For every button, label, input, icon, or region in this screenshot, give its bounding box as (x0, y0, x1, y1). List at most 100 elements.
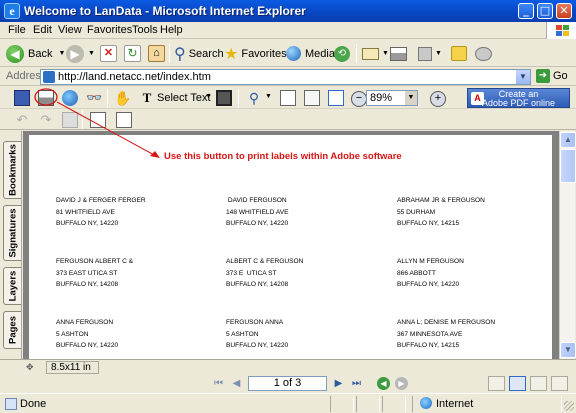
search-button[interactable]: ⚲ Search (174, 43, 224, 64)
forward-arrow-icon: ▶ (66, 44, 84, 63)
label-city: BUFFALO NY, 14220 (226, 220, 289, 227)
vertical-scrollbar[interactable]: ▲ ▼ (559, 131, 576, 359)
scroll-thumb[interactable] (560, 149, 576, 183)
rotate-view-icon[interactable] (90, 112, 106, 128)
close-button[interactable]: ✕ (556, 3, 572, 19)
home-icon: ⌂ (148, 45, 165, 62)
print-labels-icon[interactable] (38, 90, 54, 106)
edit-button[interactable]: ▼ (418, 43, 442, 64)
split-handle-icon[interactable]: ✥ (26, 362, 34, 373)
rotate-view-ccw-icon[interactable] (116, 112, 132, 128)
pages-icon[interactable] (62, 112, 78, 128)
maximize-button[interactable]: □ (537, 3, 553, 19)
messenger-button[interactable] (475, 43, 492, 64)
rotate-right-icon[interactable]: ↷ (38, 112, 54, 128)
first-page-icon[interactable]: ⏮ (212, 377, 225, 390)
label-city: BUFFALO NY, 14220 (226, 342, 289, 349)
zoom-level-field[interactable]: 89% ▼ (366, 90, 418, 106)
actual-size-icon[interactable] (280, 90, 296, 106)
toolbar-separator (356, 44, 357, 63)
page-status-icon (5, 398, 17, 410)
mailing-label: DAVID J & FERGER FERGER 81 WHITFIELD AVE… (56, 195, 146, 230)
menu-help[interactable]: Help (160, 24, 183, 36)
tab-pages[interactable]: Pages (3, 311, 21, 349)
discuss-button[interactable] (451, 43, 467, 64)
tab-layers[interactable]: Layers (3, 267, 21, 305)
menu-favorites[interactable]: Favorites (87, 24, 132, 36)
refresh-button[interactable]: ↻ (124, 43, 141, 64)
single-page-layout-icon[interactable] (488, 376, 505, 391)
select-text-dropdown-icon[interactable]: ▼ (205, 93, 212, 100)
zoom-in-icon[interactable]: + (430, 91, 446, 107)
mailing-label: ANNA L; DENISE M FERGUSON 367 MINNESOTA … (397, 317, 495, 352)
menu-view[interactable]: View (58, 24, 82, 36)
window-title: Welcome to LanData - Microsoft Internet … (24, 4, 306, 18)
home-button[interactable]: ⌂ (148, 43, 165, 64)
tab-signatures[interactable]: Signatures (3, 205, 21, 261)
menu-tools[interactable]: Tools (132, 24, 158, 36)
address-input[interactable]: http://land.netacc.net/index.htm ▼ (40, 69, 531, 85)
select-text-button[interactable]: Select Text (157, 92, 211, 104)
mail-dropdown-icon: ▼ (382, 50, 389, 57)
history-button[interactable]: ⟲ (334, 43, 350, 64)
continuous-facing-layout-icon[interactable] (551, 376, 568, 391)
zoom-dropdown-icon[interactable]: ▼ (265, 93, 272, 100)
fit-width-icon[interactable] (328, 90, 344, 106)
select-text-icon[interactable]: T (139, 90, 155, 106)
favorites-label: Favorites (241, 47, 287, 60)
resize-grip-icon[interactable] (564, 401, 574, 411)
mail-button[interactable]: ▼ (362, 43, 389, 64)
mailing-label: ABRAHAM JR & FERGUSON 55 DURHAM BUFFALO … (397, 195, 485, 230)
label-name: DAVID J & FERGER FERGER (56, 197, 146, 204)
menu-file[interactable]: File (8, 24, 26, 36)
back-dropdown-icon: ▼ (58, 50, 66, 57)
scroll-down-icon[interactable]: ▼ (560, 342, 576, 358)
address-dropdown-icon[interactable]: ▼ (516, 70, 530, 84)
page-number-field[interactable]: 1 of 3 (248, 376, 327, 391)
previous-view-icon[interactable]: ◀ (377, 377, 390, 390)
previous-page-icon[interactable]: ◀ (230, 377, 243, 390)
label-name: ABRAHAM JR & FERGUSON (397, 197, 485, 204)
pdf-page: DAVID J & FERGER FERGER 81 WHITFIELD AVE… (29, 135, 552, 359)
binoculars-icon[interactable]: 👓 (86, 90, 102, 106)
label-city: BUFFALO NY, 14220 (397, 281, 460, 288)
zoom-level-dropdown-icon[interactable]: ▼ (405, 91, 417, 105)
minimize-button[interactable]: _ (518, 3, 534, 19)
continuous-layout-icon[interactable] (509, 376, 526, 391)
label-street: 81 WHITFIELD AVE (56, 208, 115, 216)
save-icon[interactable] (14, 90, 30, 106)
fit-page-icon[interactable] (304, 90, 320, 106)
address-bar: Address http://land.netacc.net/index.htm… (0, 68, 576, 86)
back-button[interactable]: ◀ Back ▼ (6, 43, 65, 64)
label-street: 5 ASHTON (56, 330, 89, 338)
search-icon: ⚲ (174, 45, 186, 63)
print-button[interactable] (390, 43, 407, 64)
zoom-icon[interactable]: ⚲ (246, 90, 262, 106)
favorites-button[interactable]: ★ Favorites (224, 43, 287, 64)
facing-layout-icon[interactable] (530, 376, 547, 391)
hand-tool-icon[interactable]: ✋ (114, 90, 131, 106)
label-city: BUFFALO NY, 14220 (56, 342, 119, 349)
document-view[interactable]: DAVID J & FERGER FERGER 81 WHITFIELD AVE… (23, 131, 559, 359)
rotate-left-icon[interactable]: ↶ (14, 112, 30, 128)
adobe-icon: A (471, 92, 484, 105)
last-page-icon[interactable]: ⏭ (350, 377, 363, 390)
stop-button[interactable]: ✕ (100, 43, 117, 64)
next-page-icon[interactable]: ▶ (332, 377, 345, 390)
create-pdf-online-button[interactable]: A Create an Adobe PDF online (467, 88, 570, 108)
go-button[interactable]: Go (553, 70, 568, 82)
media-button[interactable]: Media (286, 43, 335, 64)
mail-icon (362, 47, 379, 60)
menu-bar: File Edit View Favorites Tools Help (0, 22, 576, 39)
next-view-icon[interactable]: ▶ (395, 377, 408, 390)
go-arrow-icon[interactable]: ➜ (536, 69, 550, 83)
snapshot-icon[interactable] (216, 90, 232, 106)
menu-edit[interactable]: Edit (33, 24, 52, 36)
zoom-out-icon[interactable]: − (351, 91, 367, 107)
forward-button[interactable]: ▶ ▼ (66, 43, 95, 64)
scroll-up-icon[interactable]: ▲ (560, 132, 576, 148)
acrobat-status-row: ✥ 8.5x11 in (0, 359, 576, 374)
page-icon (43, 71, 55, 83)
tab-bookmarks[interactable]: Bookmarks (3, 141, 21, 199)
email-icon[interactable] (62, 90, 78, 106)
